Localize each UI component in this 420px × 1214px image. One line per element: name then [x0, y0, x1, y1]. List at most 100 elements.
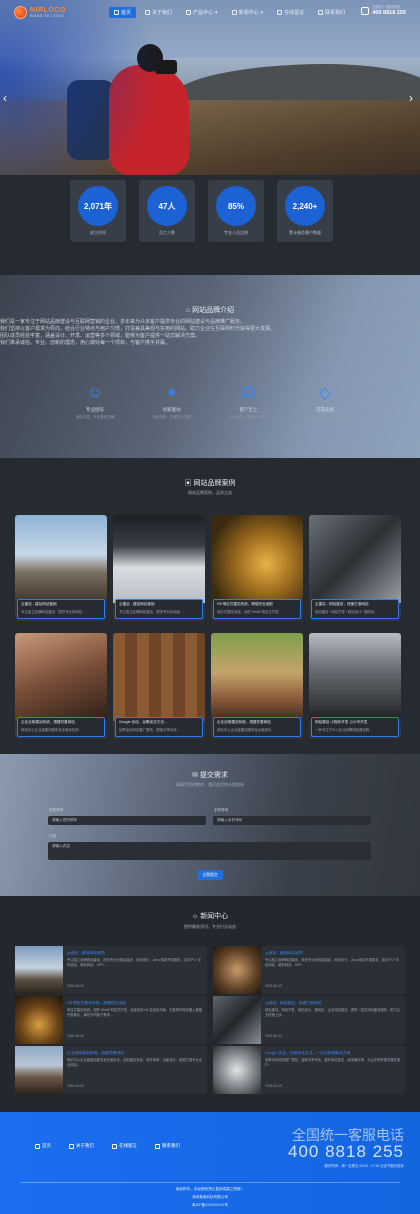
logo[interactable]: NIRLOCO WEBSITE LOGO — [14, 6, 66, 19]
feature-title: 创新驱动 — [162, 407, 181, 412]
news-thumb — [15, 946, 63, 994]
case-card[interactable]: 云建站 - 建站网站营销 专注独立品牌网站建设，提供专业化网站... — [15, 515, 107, 621]
case-desc: 网站建设 / 网站开发 / 网站设计 / 做网站... — [315, 610, 378, 614]
case-card[interactable]: 企业自助建站系统，搭建完善网站 网站中心企业级建站服务及全面优化的... — [15, 633, 107, 739]
case-card[interactable]: H5 响应式建站系统，跨端完全适配 响应式建站系统，用的 Html5 响应式开发.… — [211, 515, 303, 621]
feature-item: ☺ 专业团队 经验丰富，专业素质过硬 — [60, 382, 130, 420]
feature-desc: 用心服务，满足客户需求 — [229, 415, 268, 419]
news-item[interactable]: Google 优化，谷歌优化方法，一站式营销解决方案 谷歌优化网站推广服务，搜索… — [213, 1046, 405, 1094]
news-item[interactable]: H5 响应式建站系统，跨端完全适配 响应式建站系统，用的 Html5 响应式开发… — [15, 996, 207, 1044]
stat-value: 2,071年 — [78, 186, 118, 226]
message-icon — [277, 10, 283, 15]
nav-item-about[interactable]: 关于我们 — [140, 7, 177, 18]
nav-item-message[interactable]: 在线留言 — [272, 7, 309, 18]
content-textarea[interactable]: 请输入内容 — [48, 842, 371, 860]
footer-phone-number: 400 8818 255 — [288, 1142, 404, 1161]
footer-link-label: 首页 — [42, 1143, 51, 1148]
nav-label: 新闻中心 — [238, 10, 259, 16]
logo-mark-icon — [14, 6, 27, 19]
stat-label: 员工人数 — [159, 230, 175, 235]
footer-icp[interactable]: 粤ICP备XXXXXXXX号 — [0, 1203, 420, 1208]
case-desc: 谷歌优化网站推广服务，搜索引擎优化... — [119, 728, 180, 732]
footer-link-label: 在线留言 — [119, 1143, 137, 1148]
case-card[interactable]: Google 优化，谷歌优化方法... 谷歌优化网站推广服务，搜索引擎优化... — [113, 633, 205, 739]
case-title: 企业自助建站系统，搭建完善网站 — [21, 720, 75, 724]
feature-item: ☊ 客户至上 用心服务，满足客户需求 — [213, 382, 283, 420]
stat-label: 成立时间 — [90, 230, 106, 235]
footer-link-message[interactable]: 在线留言 — [112, 1143, 137, 1149]
news-item-title: 云建站 - 网站建设，快速打造网站 — [265, 1001, 322, 1005]
news-item[interactable]: 云建站 - 网站建设，快速打造网站 网站建设、网站开发、网站设计、做网站、企业网… — [213, 996, 405, 1044]
name-input[interactable]: 请输入您的称呼 — [48, 816, 206, 825]
case-image — [309, 633, 401, 721]
home-icon — [114, 10, 119, 15]
intro-paragraph: 团队成员经验丰富，涵盖设计、开发、运营等多个领域，能够为客户提供一站式解决方案。 — [0, 333, 201, 339]
hotline-number: 400 8818 255 — [372, 10, 406, 16]
stat-card: 47人员工人数 — [139, 180, 195, 242]
feature-desc: 经验丰富，专业素质过硬 — [75, 415, 115, 419]
footer-link-label: 联系我们 — [162, 1143, 180, 1148]
nav-label: 关于我们 — [152, 10, 173, 16]
news-item-date: 2025-06-29 — [265, 1084, 282, 1088]
news-item[interactable]: 云建站 - 建站网站营销 专注独立品牌网站建设，提供专业化网站建设、网页设计、J… — [15, 946, 207, 994]
news-icon: ☼ — [191, 913, 201, 920]
phone-input[interactable]: 请输入手机号码 — [213, 816, 371, 825]
feature-item: ◇ 可靠品质 严格把控，品质值得信赖 — [290, 382, 360, 420]
nav-item-products[interactable]: 产品中心 ▾ — [181, 7, 223, 18]
feature-item: ✶ 创新驱动 持续创新，引领行业发展 — [137, 382, 207, 420]
feature-desc: 持续创新，引领行业发展 — [152, 415, 191, 419]
name-label: 您的称呼 — [49, 808, 64, 812]
cases-subtitle: 网站品牌案例，品质之选 — [188, 490, 232, 495]
nav-item-contact[interactable]: 联系我们 — [313, 7, 350, 18]
case-image — [211, 633, 303, 721]
news-title-text: 新闻中心 — [200, 913, 229, 920]
intro-title: ⌂ 网站品牌介绍 — [0, 305, 420, 315]
form-title-text: 提交需求 — [199, 772, 228, 779]
case-card[interactable]: 云建站 - 建站网站营销 专注独立品牌网站建设，提供专业化网站... — [113, 515, 205, 621]
chevron-down-icon: ▾ — [260, 9, 264, 16]
stat-label: 累计服务客户数量 — [289, 230, 321, 235]
news-item-title: 云建站 - 建站网站营销 — [67, 951, 105, 955]
case-card[interactable]: 网站建设 小程序开发 公众号开发 一家专注于中小企业品牌网站建设的... — [309, 633, 401, 739]
case-desc: 一家专注于中小企业品牌网站建设的... — [315, 728, 373, 732]
prev-slide-icon[interactable]: ‹ — [3, 92, 11, 104]
footer-link-about[interactable]: 关于我们 — [69, 1143, 94, 1149]
stat-label: 专业人员比例 — [224, 230, 248, 235]
form-subtitle: 请填写您的需求，我们会尽快与您联系 — [176, 782, 244, 787]
news-title: ☼ 新闻中心 — [0, 911, 420, 921]
case-image — [15, 515, 107, 603]
news-thumb — [15, 1046, 63, 1094]
feature-desc: 严格把控，品质值得信赖 — [305, 415, 345, 419]
news-item-title: Google 优化，谷歌优化方法，一站式营销解决方案 — [265, 1051, 351, 1055]
next-slide-icon[interactable]: › — [409, 92, 417, 104]
footer-link-contact[interactable]: 联系我们 — [155, 1143, 180, 1149]
submit-button[interactable]: 立即提交 — [197, 870, 223, 880]
send-icon: ✉ — [192, 772, 200, 779]
intro-paragraphs: 我们是一家专注于网站品牌建设与互联网营销的企业，多年来为众多客户提供专业的网站建… — [0, 318, 420, 346]
footer-link-home[interactable]: 首页 — [35, 1143, 51, 1149]
news-item[interactable]: 企业自助建站系统，搭建完善网站 网站中心企业级建站服务及全面优化，自助建站系统，… — [15, 1046, 207, 1094]
footer-service-hours: 服务时间：周一至周五 09:00 - 17:30 法定节假日除外 — [324, 1164, 404, 1168]
chevron-down-icon: ▾ — [215, 9, 218, 16]
feature-title: 客户至上 — [239, 407, 258, 412]
news-item-date: 2025-06-29 — [67, 984, 84, 988]
nav-item-home[interactable]: 首页 — [109, 7, 137, 18]
case-card[interactable]: 企业自助建站系统，搭建完善网站 网站中心企业级建站服务及全面优化... — [211, 633, 303, 739]
grid-icon — [186, 10, 192, 15]
intro-paragraph: 我们坚持以客户需求为导向，结合行业特点与用户习惯，打造兼具美观与实用的网站，助力… — [0, 326, 276, 332]
case-card[interactable]: 云建站 - 网站建设，快速打造网站 网站建设 / 网站开发 / 网站设计 / 做网… — [309, 515, 401, 621]
case-image — [211, 515, 303, 603]
logo-title: NIRLOCO — [30, 7, 66, 14]
news-item[interactable]: 云建站 - 建站网站营销 专注独立品牌网站建设，提供专业化网站建设、网页设计、J… — [213, 946, 405, 994]
news-thumb — [213, 946, 261, 994]
content-label: 内容 — [49, 834, 57, 838]
footer-company: 深圳某某科技有限公司 — [192, 1195, 228, 1199]
news-item-title: 企业自助建站系统，搭建完善网站 — [67, 1051, 124, 1055]
news-item-desc: 专注独立品牌网站建设，提供专业化网站建设、网页设计、Java 网站开发服务，支持… — [67, 958, 201, 967]
news-item-desc: 响应式建站系统，用的 Html5 响应式开发，全面支持 H5 自适应布局，在各种… — [67, 1008, 203, 1017]
main-nav: 首页 关于我们 产品中心 ▾ 新闻中心 ▾ 在线留言 联系我们 — [109, 7, 350, 18]
stat-value: 47人 — [147, 186, 187, 226]
nav-item-news[interactable]: 新闻中心 ▾ — [227, 7, 269, 18]
home-icon — [35, 1143, 40, 1149]
phone-label: 手机号码 — [214, 808, 229, 812]
